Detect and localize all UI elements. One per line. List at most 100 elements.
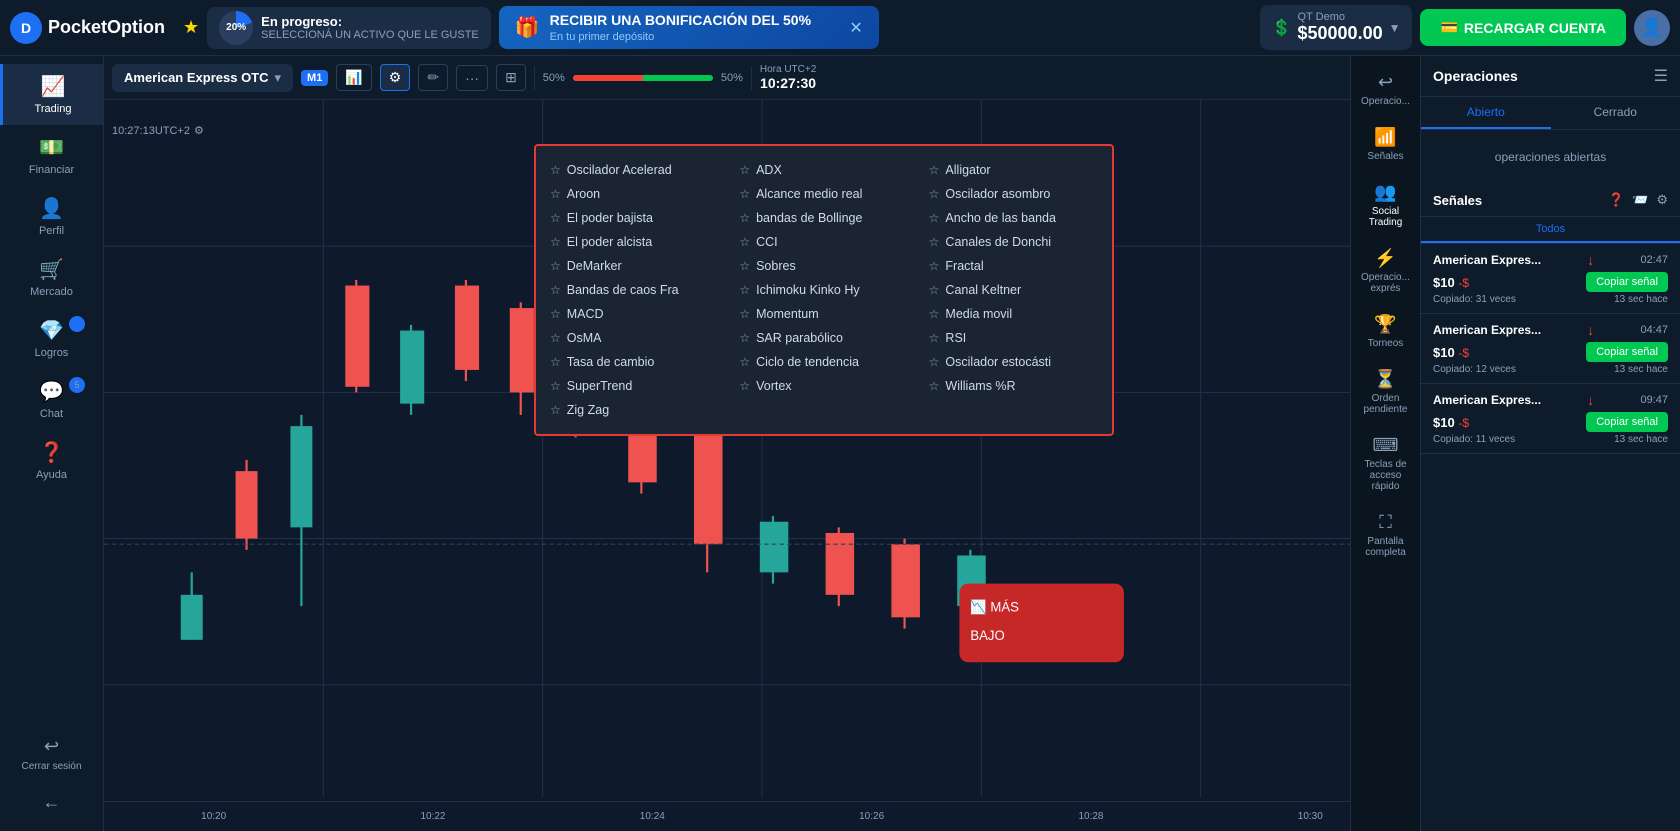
more-button[interactable]: ···	[456, 65, 488, 91]
gear-small-icon[interactable]: ⚙	[194, 124, 204, 137]
indicator-osma[interactable]: ☆ OsMA	[544, 326, 725, 350]
bonus-banner[interactable]: 🎁 RECIBIR UNA BONIFICACIÓN DEL 50% En tu…	[499, 6, 879, 49]
star-icon[interactable]: ☆	[739, 355, 750, 369]
favorite-icon[interactable]: ★	[183, 17, 199, 38]
sidebar-item-chat[interactable]: 💬 Chat 5	[0, 369, 103, 430]
indicator-demarker[interactable]: ☆ DeMarker	[544, 254, 725, 278]
copy-signal-button-2[interactable]: Copiar señal	[1586, 342, 1668, 362]
indicator-alcance-medio[interactable]: ☆ Alcance medio real	[733, 182, 914, 206]
indicator-momentum[interactable]: ☆ Momentum	[733, 302, 914, 326]
back-button[interactable]: ←	[33, 782, 71, 823]
sidebar-item-senales[interactable]: 📶 Señales	[1363, 119, 1407, 170]
star-icon[interactable]: ☆	[929, 259, 940, 273]
star-icon[interactable]: ☆	[929, 235, 940, 249]
asset-selector[interactable]: American Express OTC ▾	[112, 64, 293, 92]
star-icon[interactable]: ☆	[929, 379, 940, 393]
star-icon[interactable]: ☆	[739, 283, 750, 297]
sidebar-item-logros[interactable]: 💎 Logros	[0, 308, 103, 369]
star-icon[interactable]: ☆	[550, 331, 561, 345]
indicator-bollinger[interactable]: ☆ bandas de Bollinge	[733, 206, 914, 230]
star-icon[interactable]: ☆	[739, 307, 750, 321]
star-icon[interactable]: ☆	[739, 235, 750, 249]
indicator-sobres[interactable]: ☆ Sobres	[733, 254, 914, 278]
indicator-vortex[interactable]: ☆ Vortex	[733, 374, 914, 398]
star-icon[interactable]: ☆	[550, 379, 561, 393]
star-icon[interactable]: ☆	[550, 355, 561, 369]
indicator-donchi[interactable]: ☆ Canales de Donchi	[923, 230, 1104, 254]
filter-all[interactable]: Todos	[1421, 217, 1680, 243]
bar-chart-button[interactable]: 📊	[336, 64, 371, 91]
indicator-ancho-bandas[interactable]: ☆ Ancho de las banda	[923, 206, 1104, 230]
logo[interactable]: D PocketOption	[10, 12, 165, 44]
indicator-poder-alcista[interactable]: ☆ El poder alcista	[544, 230, 725, 254]
sidebar-item-operaciones-express[interactable]: ⚡ Operacio... exprés	[1351, 240, 1420, 302]
tab-open[interactable]: Abierto	[1421, 97, 1551, 129]
star-icon[interactable]: ☆	[739, 163, 750, 177]
indicator-zigzag[interactable]: ☆ Zig Zag	[544, 398, 725, 422]
copy-signal-button-3[interactable]: Copiar señal	[1586, 412, 1668, 432]
star-icon[interactable]: ☆	[550, 235, 561, 249]
indicator-supertrend[interactable]: ☆ SuperTrend	[544, 374, 725, 398]
indicator-macd[interactable]: ☆ MACD	[544, 302, 725, 326]
indicator-oscilador-acelerado[interactable]: ☆ Oscilador Acelerad	[544, 158, 725, 182]
indicator-keltner[interactable]: ☆ Canal Keltner	[923, 278, 1104, 302]
tab-closed[interactable]: Cerrado	[1551, 97, 1680, 129]
star-icon[interactable]: ☆	[550, 307, 561, 321]
star-icon[interactable]: ☆	[739, 187, 750, 201]
sidebar-item-social-trading[interactable]: 👥 Social Trading	[1351, 174, 1420, 236]
star-icon[interactable]: ☆	[929, 163, 940, 177]
sidebar-item-perfil[interactable]: 👤 Perfil	[0, 186, 103, 247]
bonus-close-icon[interactable]: ✕	[849, 18, 862, 38]
indicator-rsi[interactable]: ☆ RSI	[923, 326, 1104, 350]
copy-signal-button-1[interactable]: Copiar señal	[1586, 272, 1668, 292]
sidebar-item-trading[interactable]: 📈 Trading	[0, 64, 103, 125]
star-icon[interactable]: ☆	[550, 259, 561, 273]
indicator-media-movil[interactable]: ☆ Media movil	[923, 302, 1104, 326]
signals-settings-icon[interactable]: ⚙	[1656, 192, 1668, 208]
indicator-tasa-cambio[interactable]: ☆ Tasa de cambio	[544, 350, 725, 374]
sidebar-item-operaciones-hist[interactable]: ↩ Operacio...	[1357, 64, 1414, 115]
indicator-adx[interactable]: ☆ ADX	[733, 158, 914, 182]
indicator-ichimoku[interactable]: ☆ Ichimoku Kinko Hy	[733, 278, 914, 302]
indicator-ciclo-tendencia[interactable]: ☆ Ciclo de tendencia	[733, 350, 914, 374]
star-icon[interactable]: ☆	[929, 211, 940, 225]
sidebar-item-orden-pendiente[interactable]: ⏳ Orden pendiente	[1351, 361, 1420, 423]
star-icon[interactable]: ☆	[739, 259, 750, 273]
account-dropdown-icon[interactable]: ▼	[1389, 21, 1401, 35]
grid-button[interactable]: ⊞	[496, 64, 526, 91]
operations-list-icon[interactable]: ☰	[1654, 66, 1668, 86]
indicator-poder-bajista[interactable]: ☆ El poder bajista	[544, 206, 725, 230]
star-icon[interactable]: ☆	[739, 331, 750, 345]
star-icon[interactable]: ☆	[550, 211, 561, 225]
indicator-alligator[interactable]: ☆ Alligator	[923, 158, 1104, 182]
signals-help-icon[interactable]: ❓	[1608, 192, 1624, 208]
pencil-button[interactable]: ✏	[418, 64, 448, 91]
sidebar-item-financiar[interactable]: 💵 Financiar	[0, 125, 103, 186]
sidebar-item-pantalla-completa[interactable]: ⛶ Pantalla completa	[1351, 504, 1420, 566]
sidebar-item-mercado[interactable]: 🛒 Mercado	[0, 247, 103, 308]
indicator-oscilador-estocastico[interactable]: ☆ Oscilador estocásti	[923, 350, 1104, 374]
star-icon[interactable]: ☆	[929, 307, 940, 321]
signals-telegram-icon[interactable]: 📨	[1632, 192, 1648, 208]
indicator-williams[interactable]: ☆ Williams %R	[923, 374, 1104, 398]
sidebar-item-torneos[interactable]: 🏆 Torneos	[1364, 306, 1408, 357]
sidebar-item-teclas[interactable]: ⌨ Teclas de acceso rápido	[1351, 427, 1420, 500]
indicator-sar[interactable]: ☆ SAR parabólico	[733, 326, 914, 350]
avatar[interactable]: 👤	[1634, 10, 1670, 46]
logout-button[interactable]: ↩ Cerrar sesión	[11, 726, 91, 782]
indicator-aroon[interactable]: ☆ Aroon	[544, 182, 725, 206]
recharge-button[interactable]: 💳 RECARGAR CUENTA	[1420, 9, 1626, 46]
sidebar-item-ayuda[interactable]: ❓ Ayuda	[0, 430, 103, 491]
star-icon[interactable]: ☆	[550, 283, 561, 297]
indicator-bandas-caos[interactable]: ☆ Bandas de caos Fra	[544, 278, 725, 302]
indicator-fractal[interactable]: ☆ Fractal	[923, 254, 1104, 278]
star-icon[interactable]: ☆	[550, 163, 561, 177]
star-icon[interactable]: ☆	[929, 187, 940, 201]
star-icon[interactable]: ☆	[929, 331, 940, 345]
star-icon[interactable]: ☆	[739, 379, 750, 393]
timeframe-badge[interactable]: M1	[301, 70, 328, 86]
star-icon[interactable]: ☆	[929, 283, 940, 297]
settings-button[interactable]: ⚙	[380, 64, 411, 91]
indicator-oscilador-asombroso[interactable]: ☆ Oscilador asombro	[923, 182, 1104, 206]
star-icon[interactable]: ☆	[550, 187, 561, 201]
